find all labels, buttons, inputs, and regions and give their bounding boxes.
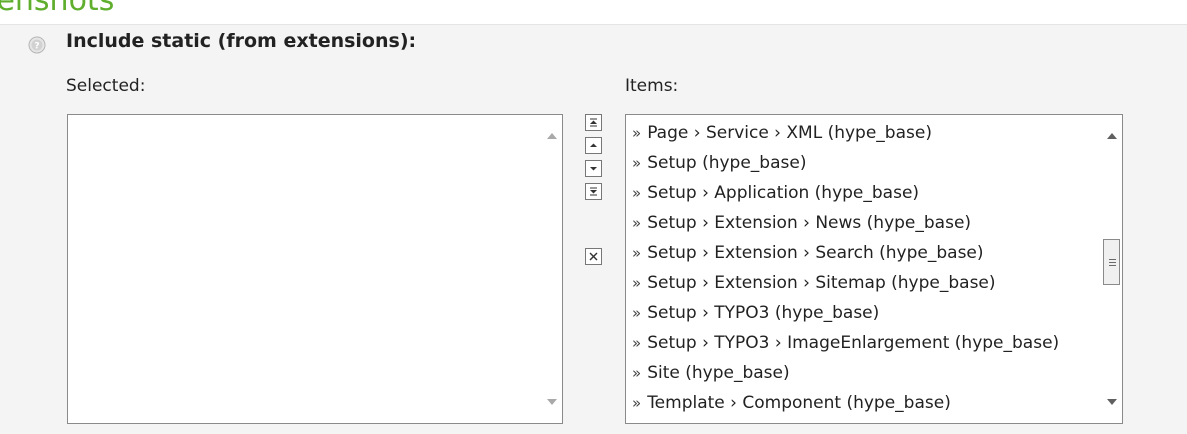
move-up-icon bbox=[590, 143, 597, 147]
item-label: Setup › Extension › News (hype_base) bbox=[647, 213, 972, 233]
items-label: Items: bbox=[625, 76, 679, 96]
item-prefix: » bbox=[632, 394, 642, 412]
grip-line bbox=[1109, 262, 1116, 263]
selected-label: Selected: bbox=[66, 76, 146, 96]
item-label: Site (hype_base) bbox=[647, 363, 790, 383]
selected-listbox[interactable] bbox=[67, 114, 563, 424]
item-prefix: » bbox=[632, 304, 642, 322]
remove-selected-button[interactable] bbox=[585, 248, 602, 265]
section-title: eenshots bbox=[0, 0, 115, 18]
grip-line bbox=[1109, 265, 1116, 266]
list-item[interactable]: » Setup › TYPO3 › ImageEnlargement (hype_… bbox=[632, 328, 1094, 358]
scroll-down-icon[interactable] bbox=[1107, 399, 1117, 405]
item-prefix: » bbox=[632, 214, 642, 232]
help-icon[interactable]: ? bbox=[28, 36, 46, 54]
move-to-top-button[interactable] bbox=[585, 114, 602, 131]
list-item[interactable]: » Setup › TYPO3 (hype_base) bbox=[632, 298, 1094, 328]
scroll-thumb[interactable] bbox=[1103, 239, 1120, 285]
scroll-down-icon[interactable] bbox=[547, 399, 557, 405]
selected-scrollbar[interactable] bbox=[539, 115, 562, 423]
item-label: Setup › TYPO3 › ImageEnlargement (hype_b… bbox=[647, 333, 1060, 353]
list-item[interactable]: » Setup (hype_base) bbox=[632, 148, 1094, 178]
item-label: Template › Component (hype_base) bbox=[647, 393, 951, 413]
item-label: Setup › Extension › Search (hype_base) bbox=[647, 243, 984, 263]
item-prefix: » bbox=[632, 184, 642, 202]
move-down-button[interactable] bbox=[585, 160, 602, 177]
move-up-button[interactable] bbox=[585, 137, 602, 154]
move-down-icon bbox=[590, 167, 597, 171]
item-prefix: » bbox=[632, 334, 642, 352]
item-prefix: » bbox=[632, 154, 642, 172]
items-scrollbar[interactable] bbox=[1099, 115, 1122, 423]
scroll-up-icon[interactable] bbox=[1107, 133, 1117, 139]
item-label: Setup › Application (hype_base) bbox=[647, 183, 920, 203]
svg-text:?: ? bbox=[34, 42, 39, 52]
item-prefix: » bbox=[632, 124, 642, 142]
grip-line bbox=[1109, 259, 1116, 260]
field-label: Include static (from extensions): bbox=[66, 30, 417, 52]
item-label: Page › Service › XML (hype_base) bbox=[647, 123, 932, 143]
move-top-icon bbox=[590, 118, 597, 127]
list-item[interactable]: » Setup › Extension › Search (hype_base) bbox=[632, 238, 1094, 268]
scroll-up-icon[interactable] bbox=[547, 133, 557, 139]
item-label: Setup › Extension › Sitemap (hype_base) bbox=[647, 273, 996, 293]
items-list: » Page › Service › XML (hype_base) » Setup … bbox=[632, 118, 1094, 418]
list-item[interactable]: » Site (hype_base) bbox=[632, 358, 1094, 388]
item-prefix: » bbox=[632, 274, 642, 292]
item-label: Setup › TYPO3 (hype_base) bbox=[647, 303, 880, 323]
list-item[interactable]: » Page › Service › XML (hype_base) bbox=[632, 118, 1094, 148]
item-prefix: » bbox=[632, 244, 642, 262]
list-item[interactable]: » Setup › Application (hype_base) bbox=[632, 178, 1094, 208]
move-to-bottom-button[interactable] bbox=[585, 183, 602, 200]
list-item[interactable]: » Setup › Extension › Sitemap (hype_base) bbox=[632, 268, 1094, 298]
move-bottom-icon bbox=[590, 187, 597, 196]
list-item[interactable]: » Template › Component (hype_base) bbox=[632, 388, 1094, 418]
items-listbox[interactable]: » Page › Service › XML (hype_base) » Setup … bbox=[625, 114, 1123, 424]
remove-icon bbox=[589, 252, 598, 261]
list-item[interactable]: » Setup › Extension › News (hype_base) bbox=[632, 208, 1094, 238]
item-prefix: » bbox=[632, 364, 642, 382]
item-label: Setup (hype_base) bbox=[647, 153, 807, 173]
